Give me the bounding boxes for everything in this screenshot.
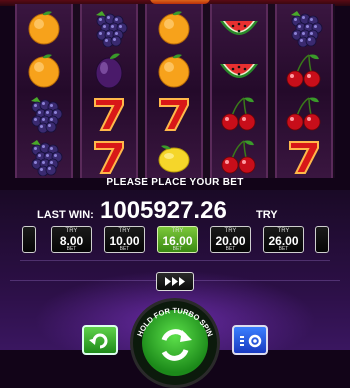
grapes-icon — [291, 11, 323, 48]
seven-icon — [94, 98, 124, 131]
symbol-seven — [86, 93, 132, 133]
play-triple-icon — [165, 277, 185, 286]
symbol-plum — [86, 50, 132, 90]
bet-label: BET — [119, 246, 130, 252]
symbol-orange — [21, 7, 67, 47]
last-win-value: 1005927.26 — [100, 197, 227, 224]
watermelon-icon — [220, 64, 258, 78]
symbol-grapes — [281, 7, 327, 48]
symbol-cherry — [216, 136, 262, 176]
grapes-icon — [31, 97, 63, 134]
settings-menu-button[interactable] — [232, 325, 268, 355]
symbol-orange — [21, 50, 67, 90]
cherry-icon — [221, 140, 256, 174]
plum-icon — [95, 53, 123, 89]
orange-icon — [28, 54, 60, 88]
grapes-icon — [31, 140, 63, 177]
symbol-orange — [151, 50, 197, 90]
orange-icon — [28, 11, 60, 45]
seven-icon — [159, 98, 189, 131]
seven-icon — [94, 141, 124, 174]
reel-2 — [80, 4, 138, 178]
orange-icon — [158, 11, 190, 45]
cherry-icon — [286, 97, 321, 131]
symbol-seven — [86, 136, 132, 176]
refresh-button[interactable] — [82, 325, 118, 355]
svg-text:HOLD FOR TURBO SPIN: HOLD FOR TURBO SPIN — [135, 306, 215, 338]
bet-option[interactable]: TRY 20.00 BET — [210, 226, 251, 253]
symbol-watermelon — [216, 7, 262, 47]
bet-option[interactable]: TRY 10.00 BET — [104, 226, 145, 253]
grapes-icon — [96, 11, 128, 48]
reel-1 — [15, 4, 73, 178]
last-win-label: LAST WIN: — [37, 209, 94, 221]
reel-3 — [145, 4, 203, 178]
symbol-watermelon — [216, 50, 262, 90]
symbol-orange — [151, 7, 197, 47]
reel-5 — [275, 4, 333, 178]
lemon-icon — [158, 145, 190, 173]
symbol-seven — [151, 93, 197, 133]
settings-menu-icon — [240, 334, 262, 348]
symbol-grapes — [21, 136, 67, 177]
watermelon-icon — [220, 21, 258, 35]
bet-label: BET — [225, 246, 236, 252]
orange-icon — [158, 54, 190, 88]
last-win-currency: TRY — [256, 209, 278, 221]
autoplay-button[interactable] — [156, 272, 194, 291]
status-message: PLEASE PLACE YOUR BET — [106, 177, 244, 188]
panel-grid-line — [20, 260, 330, 261]
bet-label: BET — [66, 246, 77, 252]
seven-icon — [289, 141, 319, 174]
hold-for-turbo-spin-text: HOLD FOR TURBO SPIN — [135, 306, 215, 338]
bet-option[interactable]: TRY 8.00 BET — [51, 226, 92, 253]
bet-scroll-right[interactable] — [315, 226, 329, 253]
bet-option[interactable]: TRY 26.00 BET — [263, 226, 304, 253]
cherry-icon — [221, 97, 256, 131]
reels-area — [15, 4, 335, 178]
symbol-lemon — [151, 136, 197, 176]
symbol-cherry — [281, 93, 327, 133]
reel-4 — [210, 4, 268, 178]
symbol-seven — [281, 136, 327, 176]
bet-label: BET — [172, 246, 183, 252]
bet-label: BET — [278, 246, 289, 252]
symbol-grapes — [86, 7, 132, 48]
symbol-grapes — [21, 93, 67, 134]
cherry-icon — [286, 54, 321, 88]
symbol-cherry — [216, 93, 262, 133]
bet-option[interactable]: TRY 16.00 BET — [157, 226, 198, 253]
refresh-icon — [89, 333, 108, 349]
symbol-cherry — [281, 50, 327, 90]
bet-scroll-left[interactable] — [22, 226, 36, 253]
